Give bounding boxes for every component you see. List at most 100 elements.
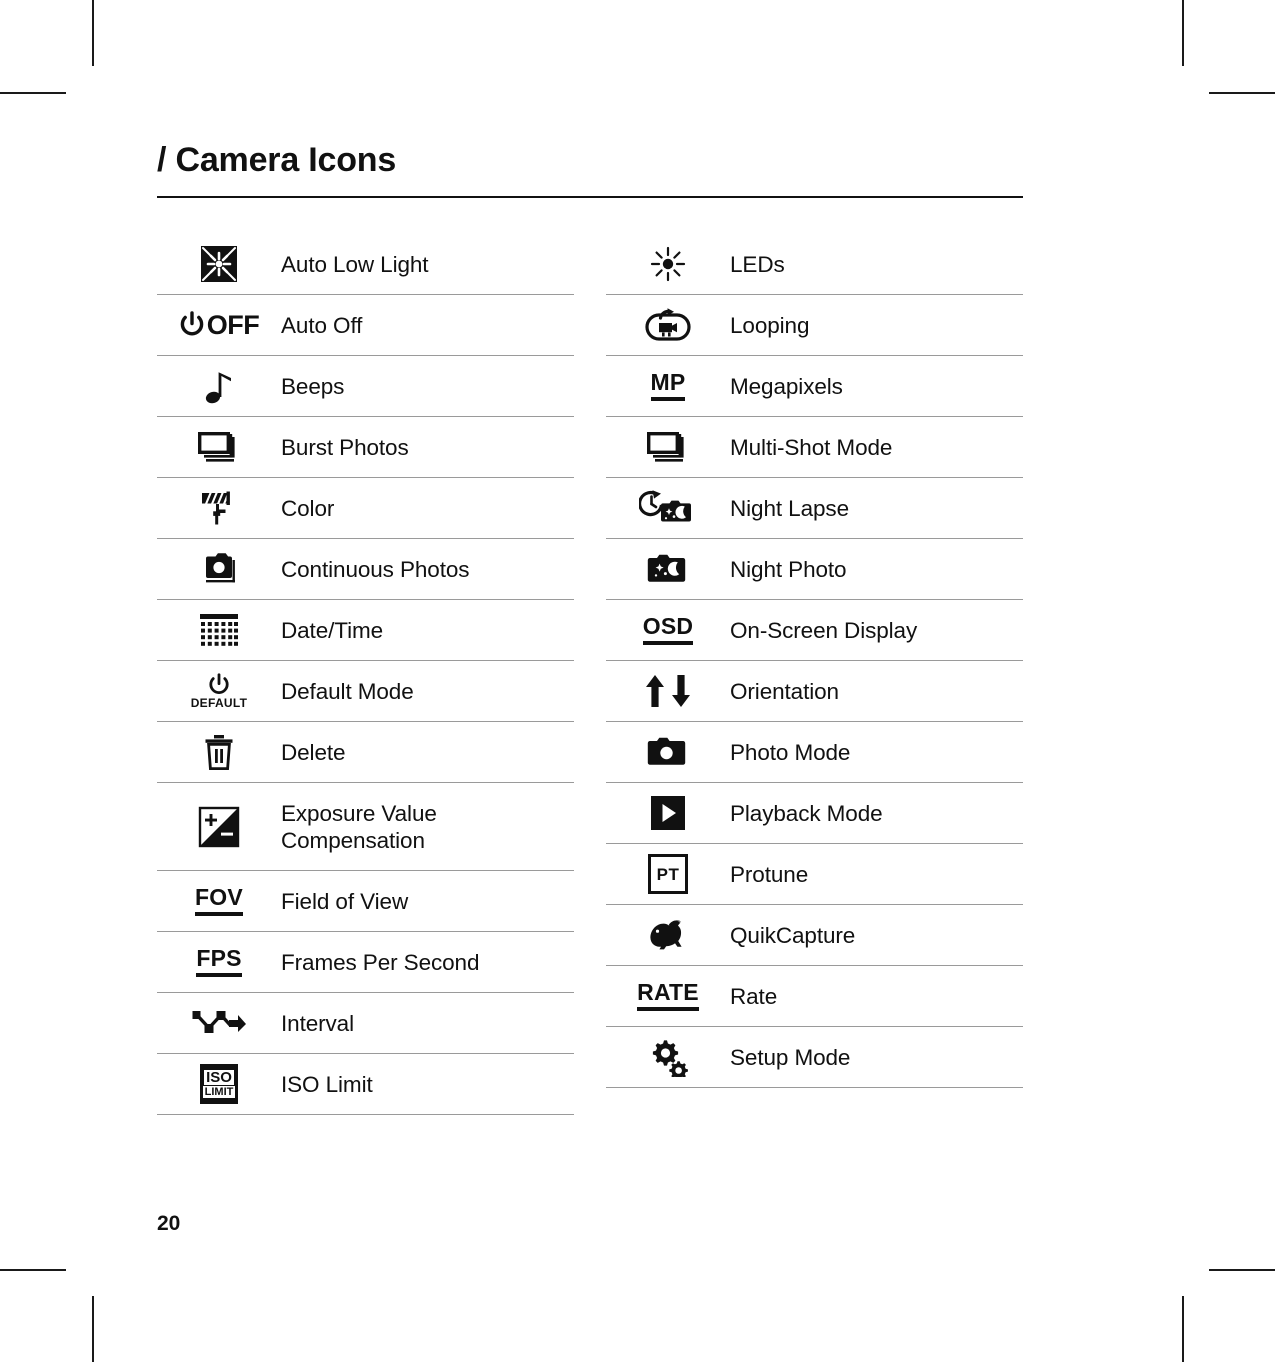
table-row: Exposure Value Compensation [157, 783, 574, 871]
icon-label: Burst Photos [281, 434, 409, 460]
protune-glyph: PT [656, 864, 680, 884]
delete-icon [157, 733, 281, 771]
frames-per-second-icon: FPS [157, 947, 281, 977]
table-row: Interval [157, 993, 574, 1054]
title-rule [157, 196, 1023, 198]
icon-label: Night Lapse [730, 495, 849, 521]
auto-off-glyph: OFF [206, 309, 260, 340]
icon-label: Date/Time [281, 617, 384, 643]
icon-label: Continuous Photos [281, 556, 470, 582]
table-row: FOV Field of View [157, 871, 574, 932]
icon-label: Megapixels [730, 373, 843, 399]
megapixels-icon: MP [606, 371, 730, 401]
icon-label: LEDs [730, 251, 785, 277]
icon-label: Auto Low Light [281, 251, 429, 277]
icon-label: Field of View [281, 888, 409, 914]
crop-mark-top-right-horizontal [1209, 92, 1275, 94]
table-row: Night Lapse [606, 478, 1023, 539]
icon-label: Color [281, 495, 335, 521]
default-mode-icon: DEFAULT [157, 673, 281, 709]
rate-icon: RATE [606, 981, 730, 1011]
rate-glyph: RATE [637, 979, 699, 1005]
table-row: Night Photo [606, 539, 1023, 600]
icon-label: ISO Limit [281, 1071, 373, 1097]
table-row: OFF Auto Off [157, 295, 574, 356]
icon-label: Photo Mode [730, 739, 851, 765]
icon-label: Default Mode [281, 678, 414, 704]
playback-mode-icon [606, 794, 730, 832]
iso-limit-glyph-top: ISO [204, 1069, 234, 1086]
field-of-view-glyph: FOV [195, 884, 243, 910]
glyph-underline [642, 641, 694, 645]
glyph-underline [195, 912, 243, 916]
interval-icon [157, 1007, 281, 1039]
on-screen-display-glyph: OSD [642, 613, 694, 639]
night-photo-icon [606, 552, 730, 586]
quikcapture-icon [606, 918, 730, 952]
color-icon [157, 487, 281, 529]
crop-mark-top-right-vertical [1182, 0, 1184, 66]
frames-per-second-glyph: FPS [196, 945, 242, 971]
night-lapse-icon [606, 488, 730, 528]
table-row: PT Protune [606, 844, 1023, 905]
table-row: Looping [606, 295, 1023, 356]
page-title: / Camera Icons [157, 141, 397, 179]
crop-mark-top-left-vertical [92, 0, 94, 66]
table-row: Continuous Photos [157, 539, 574, 600]
icon-label: Frames Per Second [281, 949, 480, 975]
glyph-underline [637, 1007, 699, 1011]
orientation-icon [606, 672, 730, 710]
continuous-photos-icon [157, 551, 281, 587]
icon-label: Auto Off [281, 312, 363, 338]
page-number: 20 [157, 1212, 181, 1235]
table-row: Multi-Shot Mode [606, 417, 1023, 478]
multi-shot-mode-icon [606, 429, 730, 465]
crop-mark-bottom-left-vertical [92, 1296, 94, 1362]
table-row: Beeps [157, 356, 574, 417]
table-row: Date/Time [157, 600, 574, 661]
icon-label: Multi-Shot Mode [730, 434, 893, 460]
field-of-view-icon: FOV [157, 886, 281, 916]
date-time-icon [157, 612, 281, 648]
auto-off-icon: OFF [157, 311, 281, 339]
table-row: Setup Mode [606, 1027, 1023, 1088]
table-row: Photo Mode [606, 722, 1023, 783]
beeps-icon [157, 366, 281, 406]
burst-photos-icon [157, 429, 281, 465]
icon-label: Looping [730, 312, 810, 338]
crop-mark-bottom-right-horizontal [1209, 1269, 1275, 1271]
table-row: Auto Low Light [157, 234, 574, 295]
table-row: Burst Photos [157, 417, 574, 478]
icon-label: Exposure Value Compensation [281, 800, 437, 853]
icon-label: Delete [281, 739, 346, 765]
megapixels-glyph: MP [650, 369, 686, 395]
icon-label: Setup Mode [730, 1044, 851, 1070]
icon-label: On-Screen Display [730, 617, 918, 643]
icon-label: QuikCapture [730, 922, 856, 948]
icon-legend-columns: Auto Low Light OFF Auto Off Beeps Burst … [157, 234, 1023, 1115]
looping-icon [606, 308, 730, 342]
crop-mark-top-left-horizontal [0, 92, 66, 94]
table-row: Orientation [606, 661, 1023, 722]
table-row: Color [157, 478, 574, 539]
table-row: OSD On-Screen Display [606, 600, 1023, 661]
icon-label: Beeps [281, 373, 345, 399]
icon-label: Protune [730, 861, 809, 887]
table-row: DEFAULT Default Mode [157, 661, 574, 722]
exposure-value-compensation-icon [157, 806, 281, 848]
iso-limit-icon: ISO LIMIT [157, 1064, 281, 1104]
table-row: LEDs [606, 234, 1023, 295]
glyph-underline [650, 397, 686, 401]
glyph-underline [196, 973, 242, 977]
leds-icon [606, 244, 730, 284]
table-row: Delete [157, 722, 574, 783]
on-screen-display-icon: OSD [606, 615, 730, 645]
manual-page: / Camera Icons Auto Low Light OFF Auto O… [157, 0, 1023, 1362]
table-row: RATE Rate [606, 966, 1023, 1027]
table-row: FPS Frames Per Second [157, 932, 574, 993]
icon-label: Playback Mode [730, 800, 883, 826]
right-column: LEDs Looping MP Megapixels Multi-Shot Mo… [606, 234, 1023, 1115]
left-column: Auto Low Light OFF Auto Off Beeps Burst … [157, 234, 574, 1115]
table-row: MP Megapixels [606, 356, 1023, 417]
icon-label: Orientation [730, 678, 839, 704]
